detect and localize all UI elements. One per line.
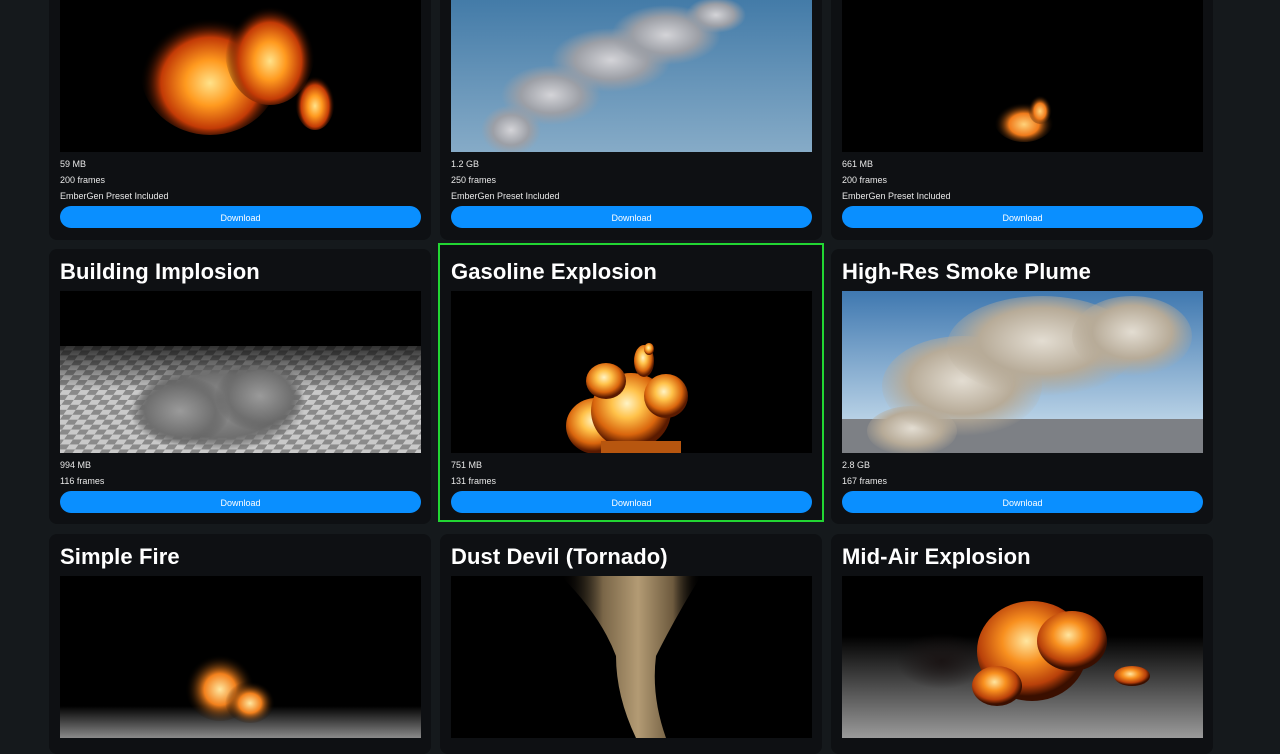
download-button[interactable]: Download	[842, 491, 1203, 513]
explosion-thumbnail[interactable]	[451, 291, 812, 453]
smoke-plume-thumbnail[interactable]	[842, 291, 1203, 453]
asset-card: Dust Devil (Tornado)	[440, 534, 822, 754]
asset-card: 1.2 GB 250 frames EmberGen Preset Includ…	[440, 0, 822, 240]
frame-count: 131 frames	[451, 476, 497, 486]
preset-note: EmberGen Preset Included	[60, 191, 169, 201]
card-title: Gasoline Explosion	[451, 259, 657, 284]
asset-card: Simple Fire	[49, 534, 431, 754]
preset-note: EmberGen Preset Included	[842, 191, 951, 201]
download-button[interactable]: Download	[451, 491, 812, 513]
card-title: High-Res Smoke Plume	[842, 259, 1091, 284]
asset-card: 661 MB 200 frames EmberGen Preset Includ…	[831, 0, 1213, 240]
fire-thumbnail[interactable]	[60, 0, 421, 152]
card-title: Mid-Air Explosion	[842, 544, 1031, 569]
frame-count: 200 frames	[842, 175, 888, 185]
download-button[interactable]: Download	[60, 491, 421, 513]
asset-grid: 59 MB 200 frames EmberGen Preset Include…	[49, 0, 1215, 754]
frame-count: 167 frames	[842, 476, 888, 486]
file-size: 59 MB	[60, 159, 87, 169]
frame-count: 250 frames	[451, 175, 497, 185]
file-size: 751 MB	[451, 460, 483, 470]
card-title: Simple Fire	[60, 544, 180, 569]
asset-card-selected: Gasoline Explosion 751 MB 131 frames Dow…	[438, 243, 824, 522]
card-title: Dust Devil (Tornado)	[451, 544, 668, 569]
mid-air-explosion-thumbnail[interactable]	[842, 576, 1203, 738]
asset-card: High-Res Smoke Plume 2.8 GB 167 frames D…	[831, 249, 1213, 524]
frame-count: 200 frames	[60, 175, 106, 185]
card-title: Building Implosion	[60, 259, 260, 284]
dust-devil-thumbnail[interactable]	[451, 576, 812, 738]
asset-card: Building Implosion 994 MB 116 frames Dow…	[49, 249, 431, 524]
simple-fire-thumbnail[interactable]	[60, 576, 421, 738]
small-flame-thumbnail[interactable]	[842, 0, 1203, 152]
file-size: 1.2 GB	[451, 159, 480, 169]
file-size: 661 MB	[842, 159, 874, 169]
asset-card: 59 MB 200 frames EmberGen Preset Include…	[49, 0, 431, 240]
frame-count: 116 frames	[60, 476, 105, 486]
implosion-thumbnail[interactable]	[60, 291, 421, 453]
download-button[interactable]: Download	[60, 206, 421, 228]
smoke-sky-thumbnail[interactable]	[451, 0, 812, 152]
file-size: 994 MB	[60, 460, 92, 470]
download-button[interactable]: Download	[842, 206, 1203, 228]
preset-note: EmberGen Preset Included	[451, 191, 560, 201]
download-button[interactable]: Download	[451, 206, 812, 228]
file-size: 2.8 GB	[842, 460, 871, 470]
asset-card: Mid-Air Explosion	[831, 534, 1213, 754]
